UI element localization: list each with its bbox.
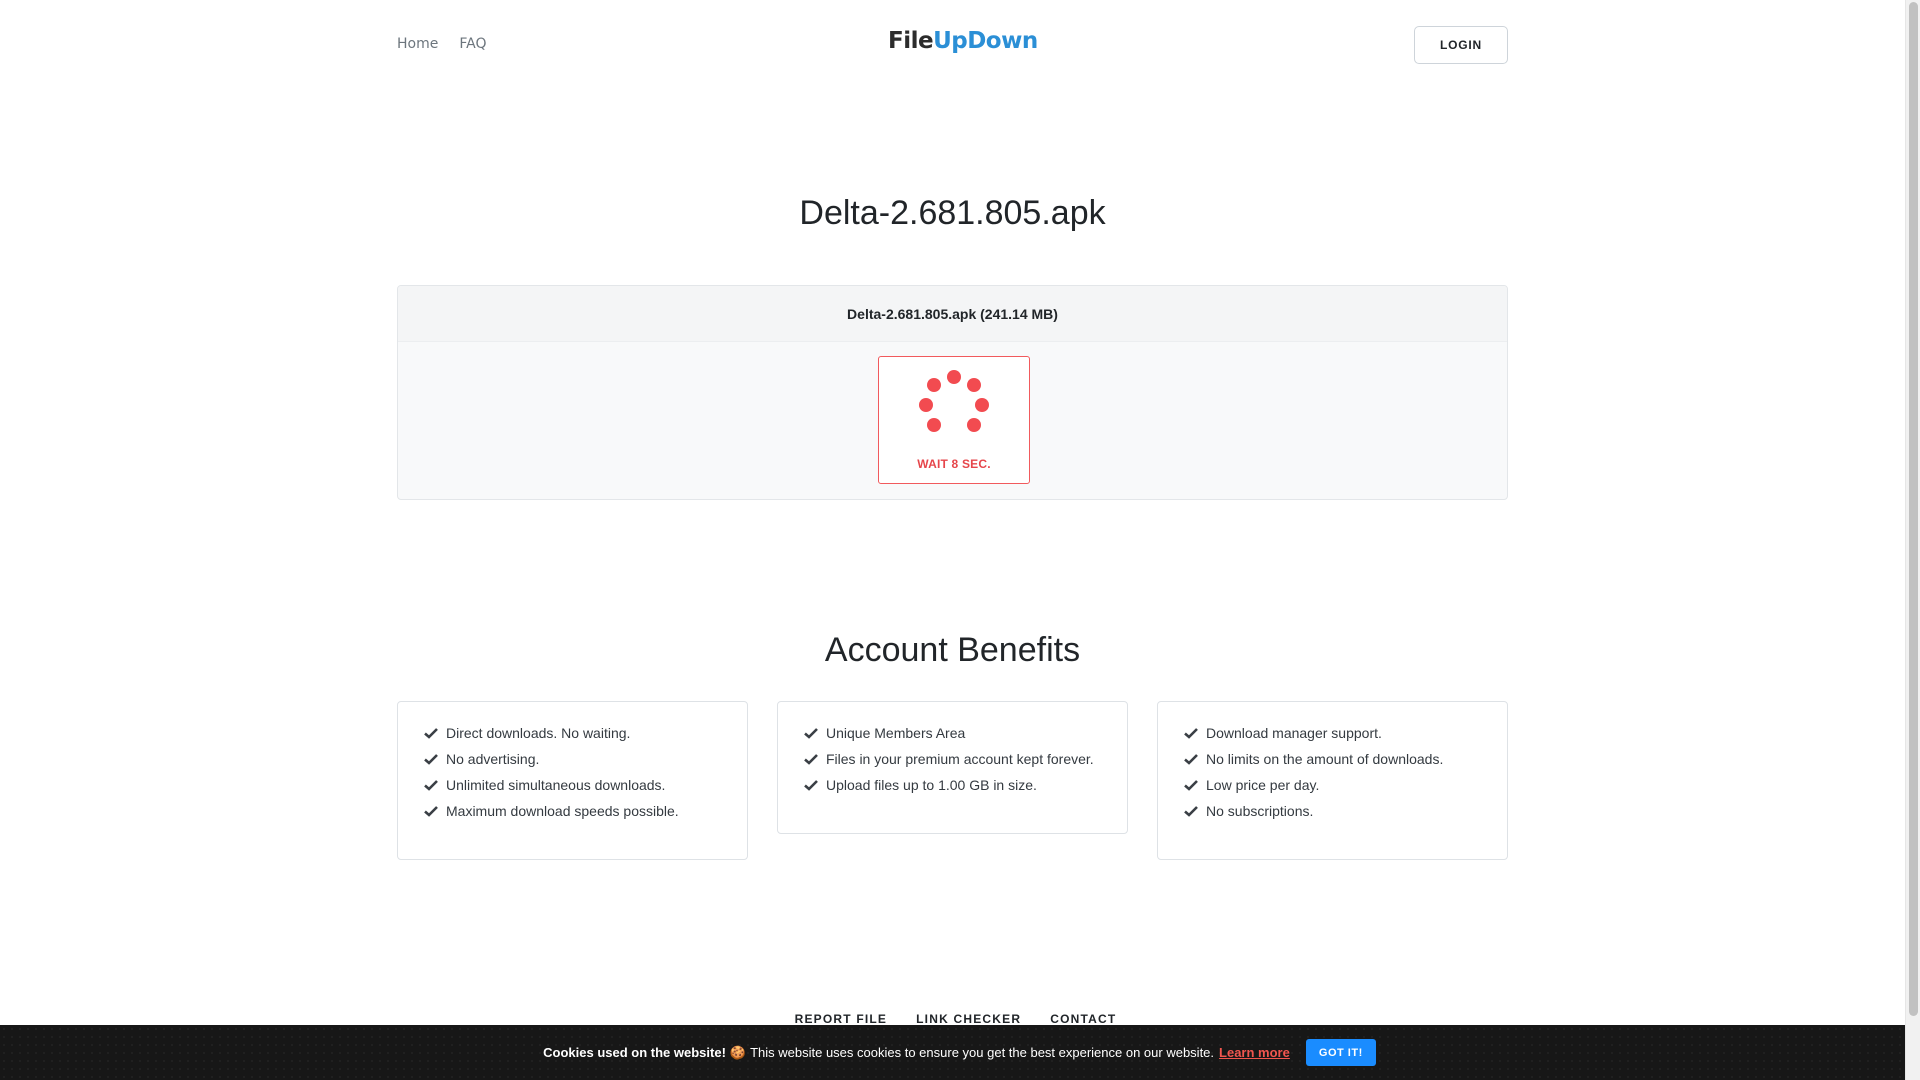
cookie-icon: 🍪: [729, 1044, 747, 1060]
benefit-text: Upload files up to 1.00 GB in size.: [826, 777, 1037, 793]
benefit-text: No advertising.: [446, 751, 540, 767]
check-icon: [424, 780, 438, 791]
check-icon: [424, 754, 438, 765]
footer-contact-link[interactable]: CONTACT: [1050, 1012, 1116, 1026]
check-icon: [1184, 806, 1198, 817]
benefit-text: No limits on the amount of downloads.: [1206, 751, 1444, 767]
login-button[interactable]: LOGIN: [1414, 26, 1508, 64]
loading-spinner-icon: [879, 357, 1029, 437]
benefit-text: No subscriptions.: [1206, 803, 1314, 819]
benefit-item: Direct downloads. No waiting.: [424, 720, 723, 746]
wait-countdown-label: WAIT 8 SEC.: [917, 457, 991, 471]
benefit-list: Direct downloads. No waiting. No adverti…: [424, 720, 723, 824]
footer-report-file-link[interactable]: REPORT FILE: [795, 1012, 888, 1026]
site-header: Home FAQ FileUpDown LOGIN: [0, 0, 1905, 90]
logo-part-1: File: [888, 28, 934, 54]
spinner-dot: [967, 418, 981, 432]
benefit-item: Files in your premium account kept forev…: [804, 746, 1103, 772]
benefit-item: Unlimited simultaneous downloads.: [424, 772, 723, 798]
check-icon: [804, 780, 818, 791]
spinner-dot: [927, 378, 941, 392]
page-scrollbar[interactable]: [1905, 0, 1920, 1080]
benefit-card-3: Download manager support. No limits on t…: [1157, 701, 1508, 860]
benefit-text: Maximum download speeds possible.: [446, 803, 679, 819]
logo-part-2: UpDown: [933, 28, 1038, 54]
benefit-text: Low price per day.: [1206, 777, 1320, 793]
check-icon: [804, 754, 818, 765]
benefit-item: Low price per day.: [1184, 772, 1483, 798]
cookie-learn-more-link[interactable]: Learn more: [1219, 1045, 1290, 1060]
benefit-item: Upload files up to 1.00 GB in size.: [804, 772, 1103, 798]
cookie-accept-button[interactable]: GOT IT!: [1305, 1039, 1376, 1066]
benefit-text: Unique Members Area: [826, 725, 966, 741]
benefit-item: No subscriptions.: [1184, 798, 1483, 824]
benefit-text: Files in your premium account kept forev…: [826, 751, 1094, 767]
benefit-list: Download manager support. No limits on t…: [1184, 720, 1483, 824]
spinner-dot: [967, 378, 981, 392]
check-icon: [424, 806, 438, 817]
nav-faq-link[interactable]: FAQ: [459, 36, 486, 52]
file-download-card: Delta-2.681.805.apk (241.14 MB) WAIT 8 S…: [397, 285, 1508, 500]
benefits-title: Account Benefits: [824, 631, 1081, 669]
benefit-card-1: Direct downloads. No waiting. No adverti…: [397, 701, 748, 860]
benefit-item: Maximum download speeds possible.: [424, 798, 723, 824]
page-title: Delta-2.681.805.apk: [799, 194, 1106, 232]
benefit-card-2: Unique Members Area Files in your premiu…: [777, 701, 1128, 834]
benefit-text: Direct downloads. No waiting.: [446, 725, 631, 741]
benefit-item: No advertising.: [424, 746, 723, 772]
cookie-heading: Cookies used on the website!: [543, 1045, 726, 1060]
spinner-dot: [927, 418, 941, 432]
file-info-header: Delta-2.681.805.apk (241.14 MB): [398, 286, 1507, 342]
benefit-list: Unique Members Area Files in your premiu…: [804, 720, 1103, 798]
scrollbar-thumb[interactable]: [1909, 2, 1918, 1016]
main-nav: Home FAQ: [397, 36, 486, 52]
footer-link-checker-link[interactable]: LINK CHECKER: [916, 1012, 1021, 1026]
check-icon: [804, 728, 818, 739]
check-icon: [424, 728, 438, 739]
benefit-item: No limits on the amount of downloads.: [1184, 746, 1483, 772]
site-logo[interactable]: FileUpDown: [888, 28, 1038, 54]
cookie-consent-bar: Cookies used on the website! 🍪 This webs…: [0, 1025, 1905, 1080]
cookie-message: This website uses cookies to ensure you …: [750, 1045, 1215, 1060]
download-wait-button[interactable]: WAIT 8 SEC.: [878, 356, 1030, 484]
footer-nav: REPORT FILE LINK CHECKER CONTACT: [0, 1012, 1905, 1026]
nav-home-link[interactable]: Home: [397, 36, 438, 52]
spinner-dot: [975, 398, 989, 412]
check-icon: [1184, 754, 1198, 765]
benefit-text: Download manager support.: [1206, 725, 1382, 741]
spinner-dot: [947, 370, 961, 384]
benefit-item: Unique Members Area: [804, 720, 1103, 746]
check-icon: [1184, 780, 1198, 791]
check-icon: [1184, 728, 1198, 739]
spinner-dot: [919, 398, 933, 412]
benefit-text: Unlimited simultaneous downloads.: [446, 777, 666, 793]
benefit-item: Download manager support.: [1184, 720, 1483, 746]
